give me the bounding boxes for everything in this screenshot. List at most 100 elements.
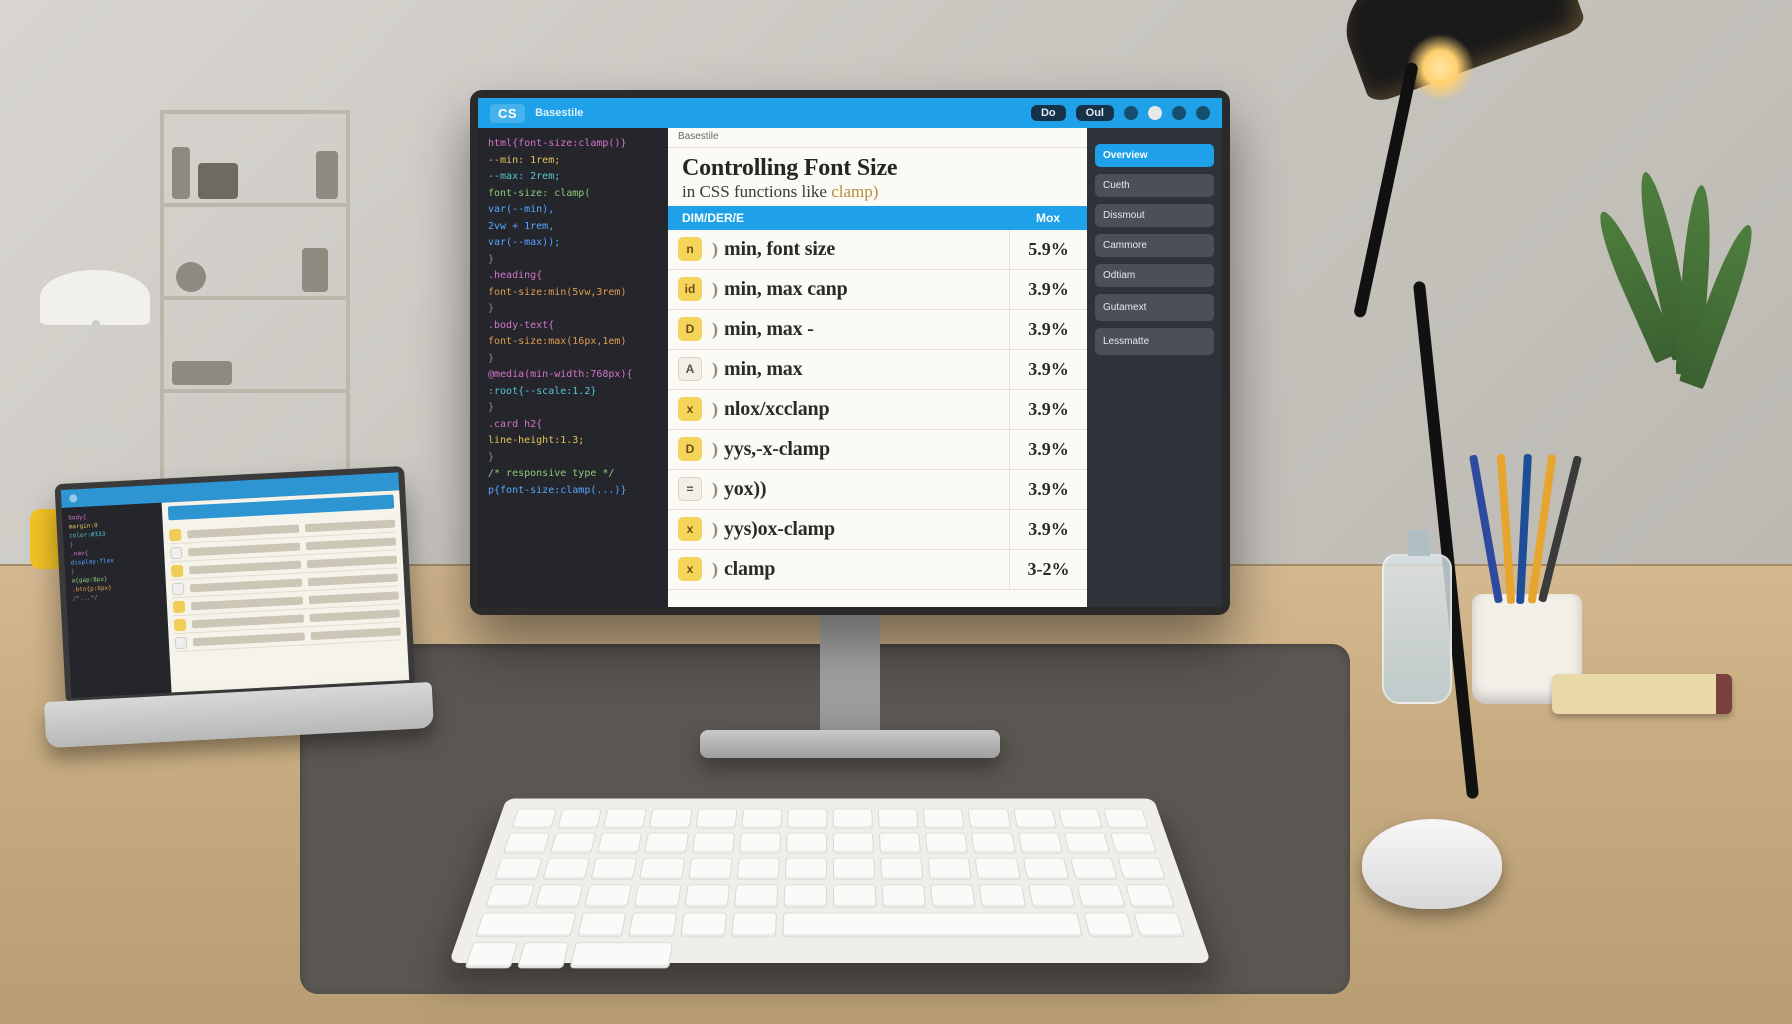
row-text [310, 627, 401, 640]
row-text [191, 596, 303, 610]
laptop-code-panel[interactable]: body{ margin:0 color:#333}.nav{ display:… [62, 503, 172, 698]
row-value: 3-2% [1009, 550, 1087, 589]
side-button[interactable]: Overview [1095, 144, 1214, 167]
row-text [190, 578, 302, 592]
table-row[interactable]: =) yox))3.9% [668, 470, 1087, 510]
paren-icon: ) [712, 239, 718, 260]
code-line[interactable]: font-size:min(5vw,3rem) [488, 285, 658, 301]
column-header: DIM/DER/E [668, 211, 1009, 225]
paren-icon: ) [712, 439, 718, 460]
document-panel: Basestile Controlling Font Size in CSS f… [668, 128, 1087, 607]
bottle [1382, 554, 1452, 704]
code-line[interactable]: .heading{ [488, 268, 658, 284]
table-row[interactable]: D)yys,-x-clamp3.9% [668, 430, 1087, 470]
code-line[interactable]: var(--min), [488, 202, 658, 218]
table-row[interactable]: x)nlox/xcclanp3.9% [668, 390, 1087, 430]
row-icon: x [678, 517, 702, 541]
row-icon: n [678, 237, 702, 261]
side-button[interactable]: Cueth [1095, 174, 1214, 197]
table-body: n)min, font size5.9%id)min, max canp3.9%… [668, 230, 1087, 607]
row-icon [171, 564, 184, 577]
side-button[interactable]: Odtiam [1095, 264, 1214, 287]
code-line[interactable]: } [488, 252, 658, 268]
code-line[interactable]: font-size:max(16px,1em) [488, 334, 658, 350]
desk-lamp [1232, 0, 1572, 300]
page-title: Controlling Font Size [682, 156, 1073, 182]
code-line[interactable]: --min: 1rem; [488, 153, 658, 169]
side-button[interactable]: Dissmout [1095, 204, 1214, 227]
monitor-stand [820, 610, 880, 740]
code-line[interactable]: :root{--scale:1.2} [488, 384, 658, 400]
monitor-base [700, 730, 1000, 758]
breadcrumb: Basestile [668, 128, 1087, 148]
row-label: min, max [724, 358, 1009, 381]
code-line[interactable]: .body-text{ [488, 318, 658, 334]
row-label: nlox/xcclanp [724, 398, 1009, 421]
code-line[interactable]: } [488, 400, 658, 416]
plant [1582, 150, 1762, 570]
titlebar-button[interactable]: Oul [1076, 105, 1114, 121]
table-row[interactable]: id)min, max canp3.9% [668, 270, 1087, 310]
row-label: yox)) [724, 478, 1009, 501]
side-button[interactable]: Lessmatte [1095, 328, 1214, 355]
keyboard [449, 798, 1211, 963]
code-line[interactable]: } [488, 301, 658, 317]
table-row[interactable]: n) min, font size5.9% [668, 230, 1087, 270]
row-value: 3.9% [1009, 310, 1087, 349]
row-icon: = [678, 477, 702, 501]
row-icon [172, 582, 185, 595]
window-control-icon[interactable] [1172, 106, 1186, 120]
code-line[interactable]: @media(min-width:768px){ [488, 367, 658, 383]
column-header: Mox [1009, 211, 1087, 225]
row-icon [170, 546, 183, 559]
titlebar-filename: Basestile [535, 107, 583, 119]
row-value: 3.9% [1009, 510, 1087, 549]
code-line[interactable]: font-size: clamp( [488, 186, 658, 202]
code-line[interactable]: var(--max)); [488, 235, 658, 251]
code-line[interactable]: p{font-size:clamp(...)} [488, 483, 658, 499]
code-line[interactable]: } [488, 450, 658, 466]
row-icon [173, 600, 186, 613]
code-panel[interactable]: html{font-size:clamp()} --min: 1rem; --m… [478, 128, 668, 607]
paren-icon: ) [712, 279, 718, 300]
side-panel: Overview Cueth Dissmout Cammore Odtiam Gutame… [1087, 128, 1222, 607]
row-value: 5.9% [1009, 230, 1087, 269]
row-text [307, 573, 398, 586]
table-row[interactable]: A)min, max3.9% [668, 350, 1087, 390]
titlebar: CS Basestile Do Oul [478, 98, 1222, 128]
row-icon [174, 618, 187, 631]
row-icon [175, 636, 188, 649]
code-line[interactable]: line-height:1.3; [488, 433, 658, 449]
side-button[interactable]: Gutamext [1095, 294, 1214, 321]
laptop: body{ margin:0 color:#333}.nav{ display:… [54, 466, 415, 704]
window-control-icon[interactable] [1124, 106, 1138, 120]
row-label: min, max canp [724, 278, 1009, 301]
code-line[interactable]: --max: 2rem; [488, 169, 658, 185]
titlebar-button[interactable]: Do [1031, 105, 1066, 121]
table-row[interactable]: D)min, max -3.9% [668, 310, 1087, 350]
row-value: 3.9% [1009, 470, 1087, 509]
window-control-icon[interactable] [1148, 106, 1162, 120]
code-line[interactable]: html{font-size:clamp()} [488, 136, 658, 152]
row-label: min, font size [724, 238, 1009, 261]
paren-icon: ) [712, 319, 718, 340]
code-line[interactable]: /* responsive type */ [488, 466, 658, 482]
workspace: html{font-size:clamp()} --min: 1rem; --m… [478, 128, 1222, 607]
row-text [308, 591, 399, 604]
paren-icon: ) [712, 479, 718, 500]
code-line[interactable]: .card h2{ [488, 417, 658, 433]
laptop-screen: body{ margin:0 color:#333}.nav{ display:… [61, 472, 409, 697]
side-button[interactable]: Cammore [1095, 234, 1214, 257]
window-control-icon[interactable] [1196, 106, 1210, 120]
row-text [187, 524, 299, 538]
row-text [305, 537, 396, 550]
code-line[interactable]: } [488, 351, 658, 367]
row-icon: D [678, 317, 702, 341]
row-text [305, 519, 396, 532]
table-row[interactable]: x)yys)ox-clamp3.9% [668, 510, 1087, 550]
row-label: clamp [724, 558, 1009, 581]
table-row[interactable]: x)clamp3-2% [668, 550, 1087, 590]
page-subtitle: in CSS functions like clamp) [682, 182, 1073, 202]
row-icon: id [678, 277, 702, 301]
code-line[interactable]: 2vw + 1rem, [488, 219, 658, 235]
